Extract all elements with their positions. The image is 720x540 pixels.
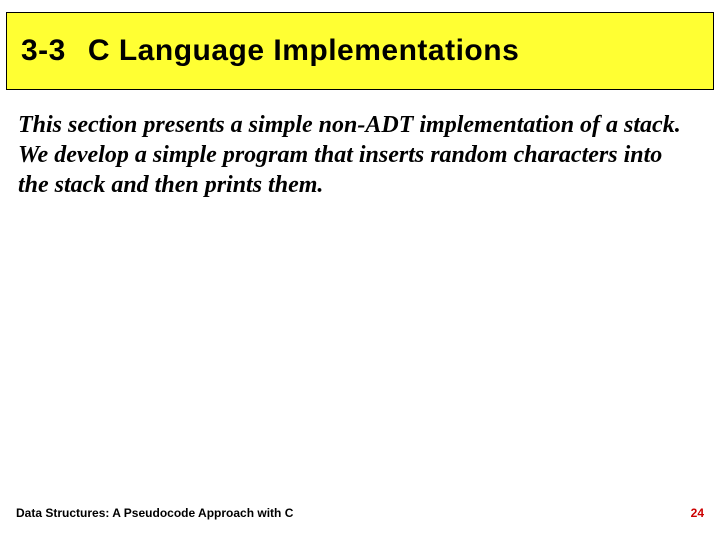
- footer: Data Structures: A Pseudocode Approach w…: [16, 506, 704, 520]
- footer-book-title: Data Structures: A Pseudocode Approach w…: [16, 506, 293, 520]
- page-number: 24: [691, 506, 704, 520]
- title-banner: 3-3 C Language Implementations: [6, 12, 714, 90]
- section-number: 3-3: [21, 34, 66, 68]
- section-name: C Language Implementations: [88, 34, 519, 67]
- body-paragraph: This section presents a simple non-ADT i…: [18, 110, 690, 200]
- slide-title: 3-3 C Language Implementations: [21, 34, 519, 68]
